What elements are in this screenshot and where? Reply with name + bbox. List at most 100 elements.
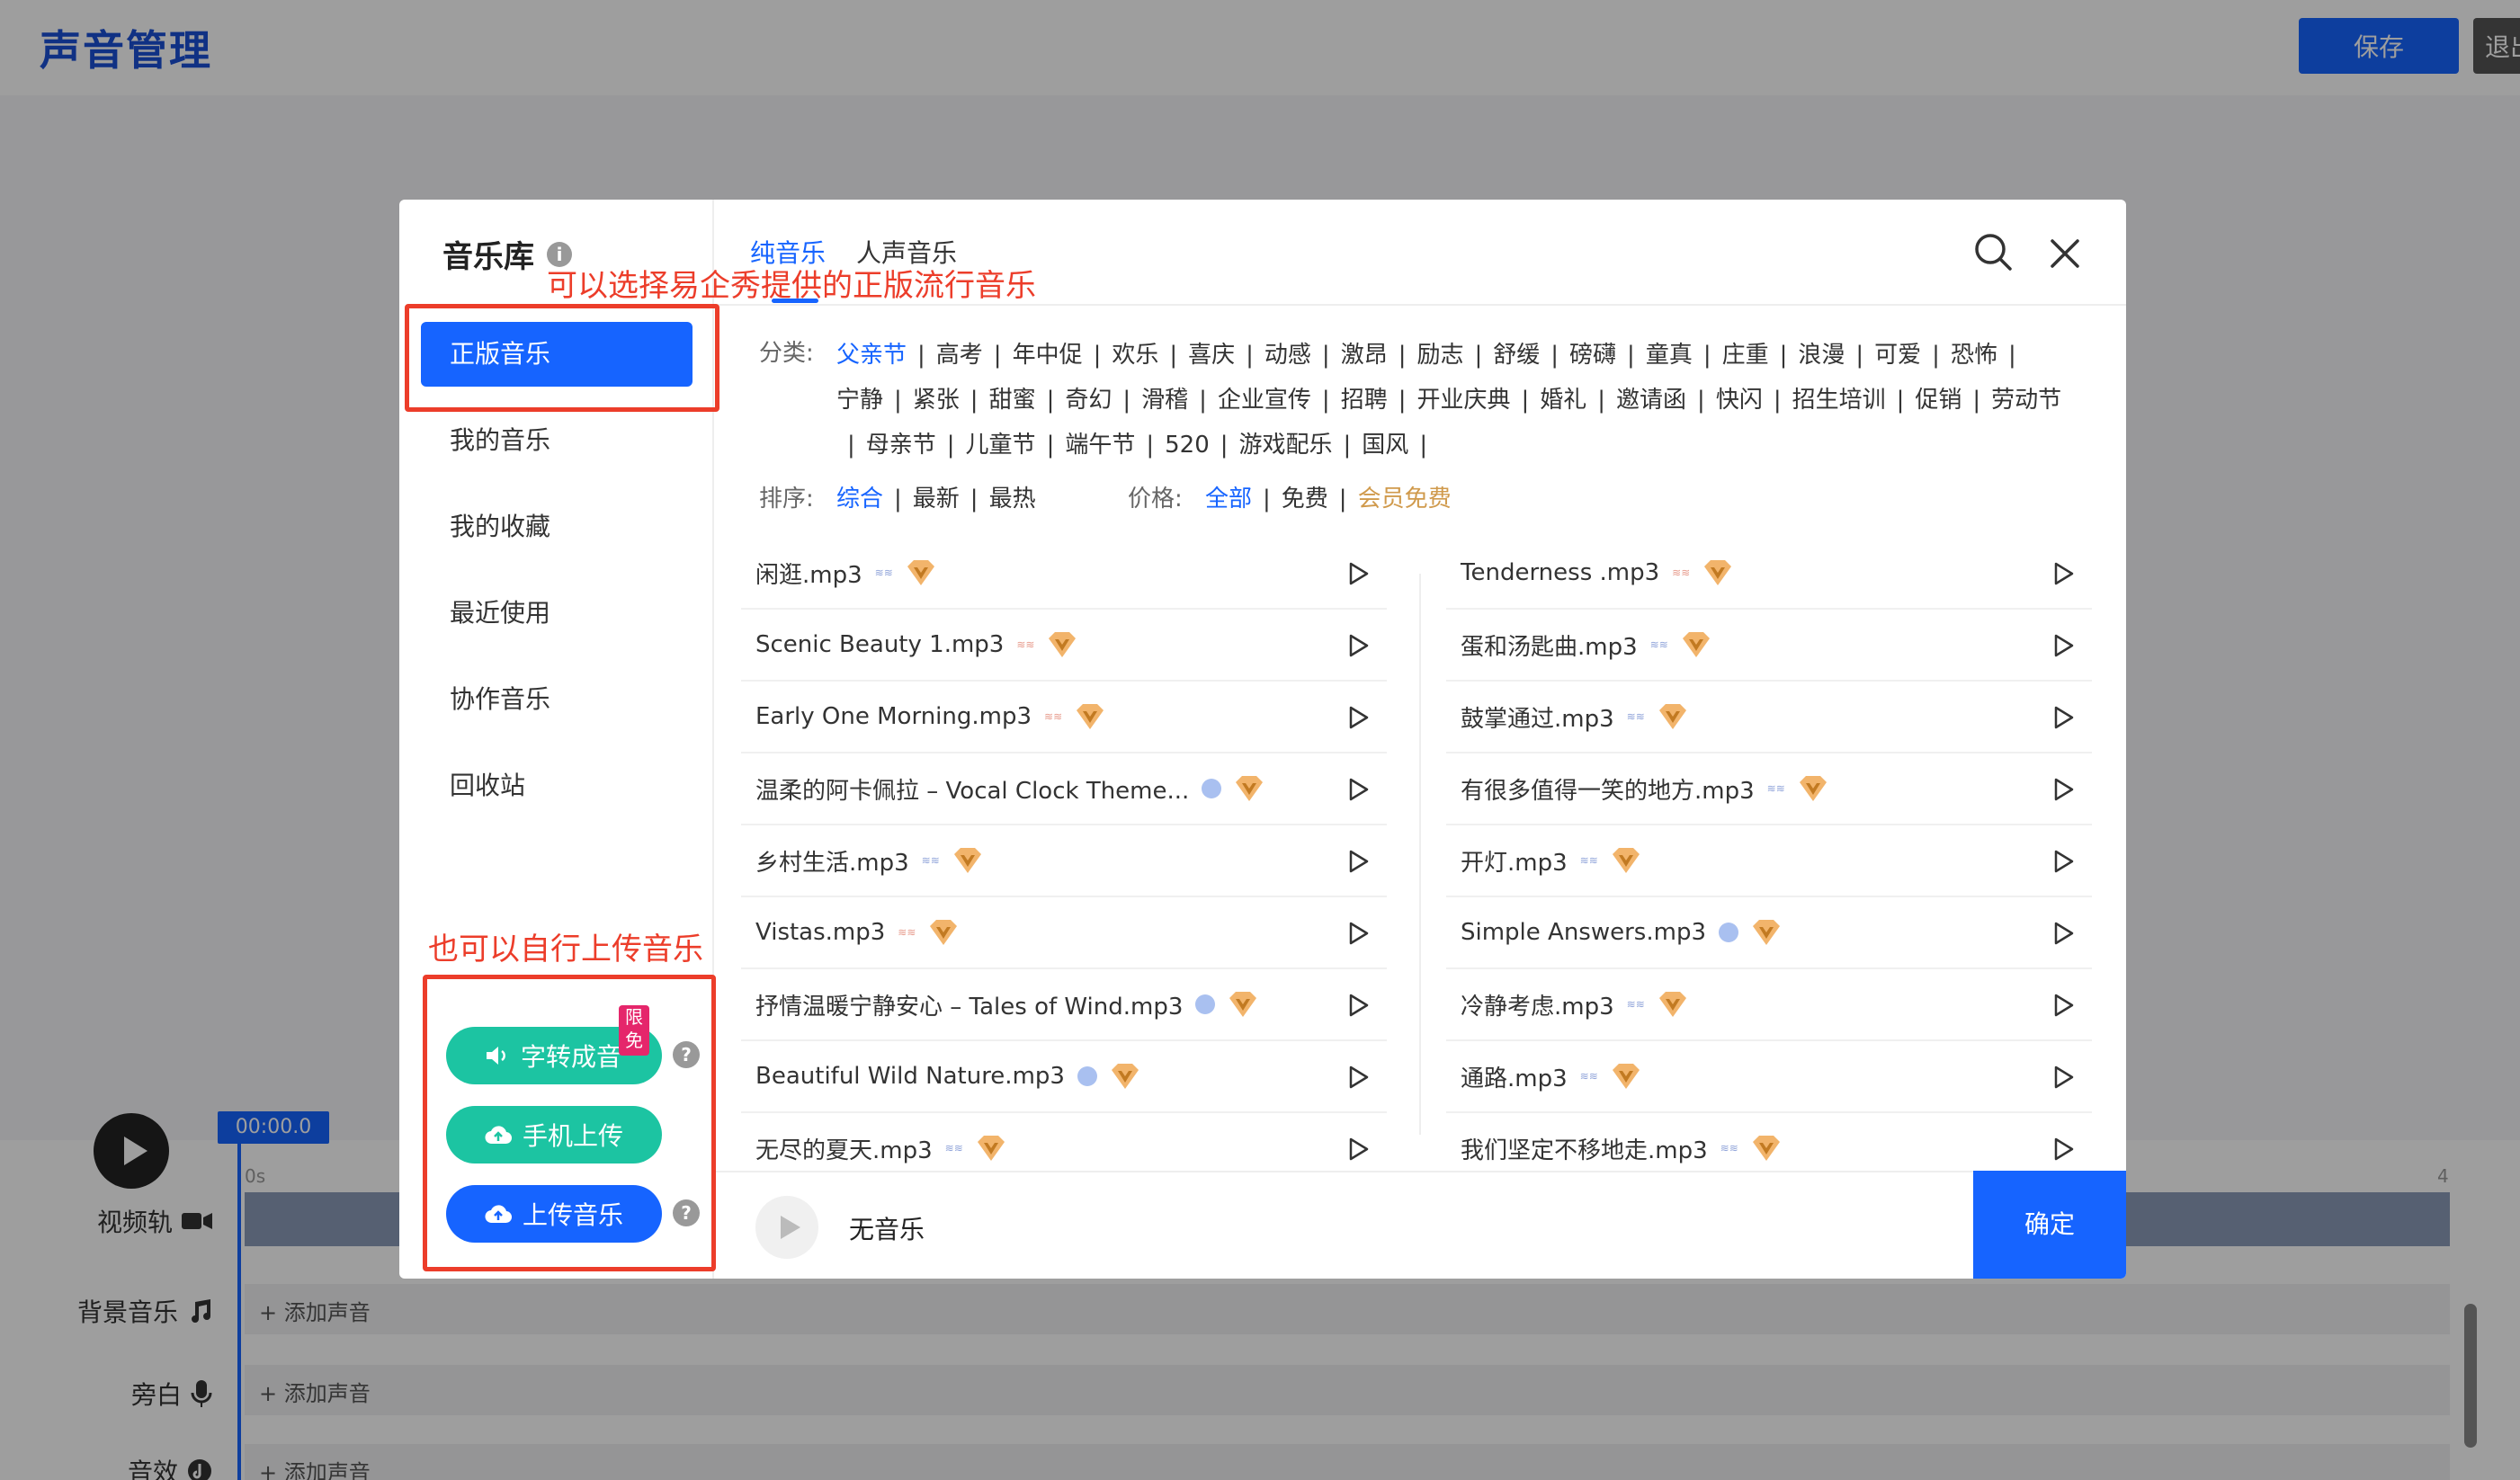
song-play-icon[interactable]	[2051, 705, 2076, 730]
price-option[interactable]: 会员免费	[1358, 486, 1452, 513]
sidebar-item-trash[interactable]: 回收站	[421, 753, 693, 818]
preview-play-button[interactable]	[755, 1196, 818, 1259]
song-play-icon[interactable]	[1345, 993, 1371, 1018]
sidebar-item-my-music[interactable]: 我的音乐	[421, 408, 693, 473]
song-row[interactable]: 蛋和汤匙曲.mp3 ≋≋	[1446, 610, 2092, 682]
category-item[interactable]: 磅礴	[1569, 333, 1616, 378]
category-item[interactable]: 招聘	[1341, 378, 1388, 423]
category-item[interactable]: 童真	[1646, 333, 1693, 378]
license-tag-icon: ≋≋	[1649, 638, 1668, 651]
song-play-icon[interactable]	[1345, 849, 1371, 874]
song-play-icon[interactable]	[1345, 1065, 1371, 1090]
song-play-icon[interactable]	[2051, 777, 2076, 802]
category-item[interactable]: 邀请函	[1616, 378, 1686, 423]
category-item[interactable]: 滑稽	[1141, 378, 1188, 423]
song-play-icon[interactable]	[2051, 1137, 2076, 1162]
sort-option[interactable]: 最热	[989, 486, 1036, 513]
license-tag-icon: ≋≋	[1579, 1070, 1598, 1083]
category-item[interactable]: 庄重	[1722, 333, 1769, 378]
category-item[interactable]: 父亲节	[836, 333, 907, 378]
vip-diamond-icon	[1611, 847, 1641, 874]
song-play-icon[interactable]	[1345, 561, 1371, 586]
category-item[interactable]: 促销	[1915, 378, 1961, 423]
category-separator: |	[1702, 342, 1711, 369]
category-item[interactable]: 动感	[1264, 333, 1311, 378]
song-row[interactable]: 抒情温暖宁静安心 – Tales of Wind.mp3	[741, 969, 1387, 1041]
song-row[interactable]: Beautiful Wild Nature.mp3	[741, 1041, 1387, 1113]
song-row[interactable]: 闲逛.mp3 ≋≋	[741, 538, 1387, 610]
song-row[interactable]: Scenic Beauty 1.mp3 ≋≋	[741, 610, 1387, 682]
vip-diamond-icon	[1234, 775, 1264, 802]
category-item[interactable]: 欢乐	[1112, 333, 1158, 378]
category-item[interactable]: 恐怖	[1951, 333, 1997, 378]
song-play-icon[interactable]	[2051, 849, 2076, 874]
song-row[interactable]: 开灯.mp3 ≋≋	[1446, 825, 2092, 897]
category-item[interactable]: 企业宣传	[1218, 378, 1311, 423]
category-item[interactable]: 端午节	[1065, 423, 1135, 468]
category-item[interactable]: 舒缓	[1493, 333, 1540, 378]
category-item[interactable]: 浪漫	[1798, 333, 1845, 378]
category-item[interactable]: 奇幻	[1065, 378, 1112, 423]
price-option[interactable]: 免费	[1282, 486, 1328, 513]
category-item[interactable]: 年中促	[1013, 333, 1083, 378]
vip-diamond-icon	[976, 1135, 1006, 1162]
category-item[interactable]: 国风	[1362, 423, 1408, 468]
category-separator: |	[1597, 387, 1606, 414]
song-play-icon[interactable]	[2051, 921, 2076, 946]
vip-diamond-icon	[1751, 1135, 1782, 1162]
song-name: 鼓掌通过.mp3	[1461, 705, 1614, 733]
song-play-icon[interactable]	[1345, 633, 1371, 658]
category-item[interactable]: 母亲节	[866, 423, 936, 468]
song-play-icon[interactable]	[2051, 993, 2076, 1018]
song-play-icon[interactable]	[1345, 1137, 1371, 1162]
song-row[interactable]: 有很多值得一笑的地方.mp3 ≋≋	[1446, 753, 2092, 825]
category-item[interactable]: 可爱	[1874, 333, 1921, 378]
category-item[interactable]: 喜庆	[1188, 333, 1235, 378]
column-divider	[1419, 574, 1421, 1135]
sidebar-item-recent[interactable]: 最近使用	[421, 581, 693, 646]
category-item[interactable]: 甜蜜	[989, 378, 1036, 423]
song-row[interactable]: Simple Answers.mp3	[1446, 897, 2092, 969]
category-separator: |	[1220, 432, 1229, 459]
song-row[interactable]: 通路.mp3 ≋≋	[1446, 1041, 2092, 1113]
song-play-icon[interactable]	[2051, 1065, 2076, 1090]
sidebar-item-collab-music[interactable]: 协作音乐	[421, 667, 693, 732]
song-play-icon[interactable]	[2051, 633, 2076, 658]
song-play-icon[interactable]	[2051, 561, 2076, 586]
price-option[interactable]: 全部	[1205, 486, 1252, 513]
category-item[interactable]: 高考	[936, 333, 983, 378]
vip-diamond-icon	[1047, 631, 1077, 658]
confirm-button[interactable]: 确定	[1973, 1171, 2126, 1279]
song-play-icon[interactable]	[1345, 921, 1371, 946]
category-item[interactable]: 婚礼	[1540, 378, 1586, 423]
category-item[interactable]: 520	[1165, 423, 1210, 468]
search-icon[interactable]	[1973, 232, 2013, 272]
song-row[interactable]: 温柔的阿卡佩拉 – Vocal Clock Theme...	[741, 753, 1387, 825]
category-item[interactable]: 快闪	[1716, 378, 1763, 423]
category-item[interactable]: 劳动节	[1991, 378, 2061, 423]
category-item[interactable]: 儿童节	[966, 423, 1036, 468]
category-item[interactable]: 招生培训	[1792, 378, 1886, 423]
song-row[interactable]: Tenderness .mp3 ≋≋	[1446, 538, 2092, 610]
category-item[interactable]: 激昂	[1341, 333, 1388, 378]
song-row[interactable]: 乡村生活.mp3 ≋≋	[741, 825, 1387, 897]
song-play-icon[interactable]	[1345, 705, 1371, 730]
category-item[interactable]: 宁静	[836, 378, 883, 423]
category-item[interactable]: 紧张	[913, 378, 960, 423]
sort-label: 排序:	[759, 486, 814, 513]
song-row[interactable]: 冷静考虑.mp3 ≋≋	[1446, 969, 2092, 1041]
category-separator: |	[1419, 432, 1428, 459]
song-row[interactable]: Early One Morning.mp3 ≋≋	[741, 682, 1387, 753]
sidebar-item-favorites[interactable]: 我的收藏	[421, 495, 693, 559]
category-list: 父亲节 | 高考 | 年中促 | 欢乐 | 喜庆 | 动感 | 激昂 | 励志 | 舒缓 | 磅礴 | 童真 | 庄重 | 浪漫…	[836, 333, 2069, 468]
close-icon[interactable]	[2047, 236, 2083, 272]
category-item[interactable]: 励志	[1416, 333, 1463, 378]
song-row[interactable]: 鼓掌通过.mp3 ≋≋	[1446, 682, 2092, 753]
sort-option[interactable]: 综合	[836, 486, 883, 513]
song-play-icon[interactable]	[1345, 777, 1371, 802]
sort-option[interactable]: 最新	[913, 486, 960, 513]
option-separator: |	[894, 486, 902, 513]
category-item[interactable]: 开业庆典	[1416, 378, 1510, 423]
song-row[interactable]: Vistas.mp3 ≋≋	[741, 897, 1387, 969]
category-item[interactable]: 游戏配乐	[1239, 423, 1333, 468]
